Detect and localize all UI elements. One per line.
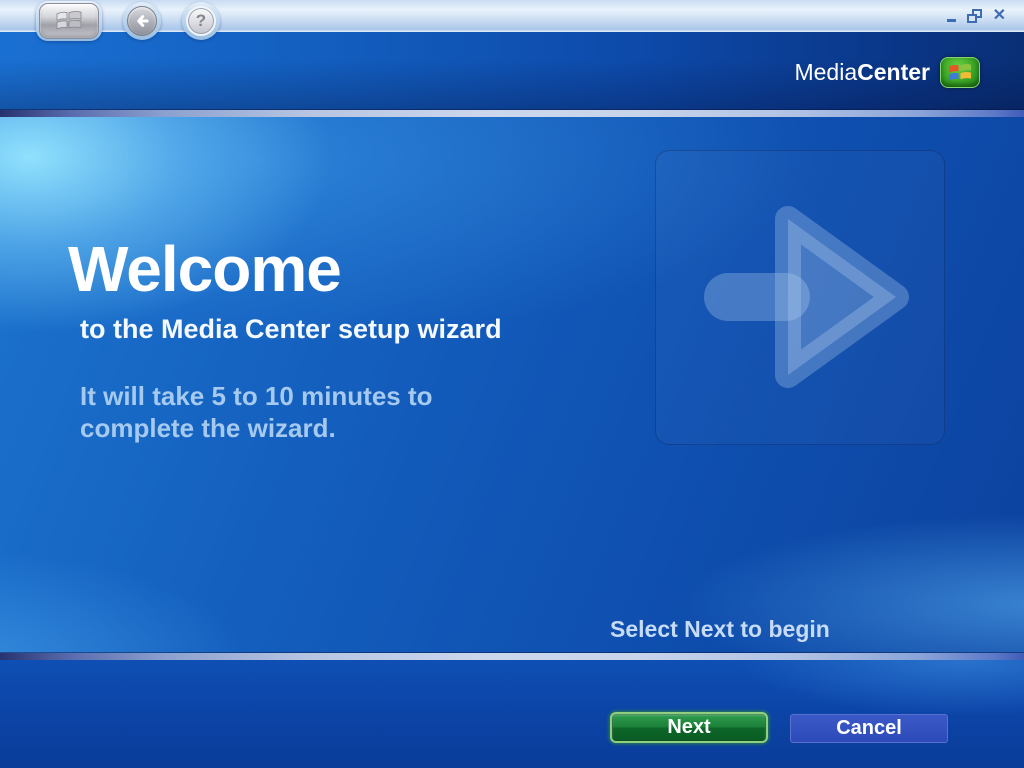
window-controls: ✕ bbox=[946, 8, 1006, 24]
media-center-brand: MediaCenter bbox=[794, 56, 980, 88]
page-subtitle: to the Media Center setup wizard bbox=[80, 314, 502, 344]
help-button-halo: ? bbox=[182, 2, 220, 40]
windows-logo-icon bbox=[56, 11, 82, 30]
wizard-duration-text: It will take 5 to 10 minutes to complete… bbox=[80, 380, 433, 444]
minimize-icon[interactable] bbox=[946, 18, 956, 22]
page-title: Welcome bbox=[68, 233, 342, 305]
next-button-label: Next bbox=[667, 716, 711, 738]
next-arrow-icon bbox=[704, 206, 909, 388]
next-button[interactable]: Next bbox=[610, 712, 768, 743]
header-band: MediaCenter bbox=[0, 32, 1024, 110]
help-icon: ? bbox=[195, 11, 207, 30]
media-center-logo-icon bbox=[940, 56, 980, 88]
windows-start-button[interactable] bbox=[39, 3, 99, 39]
main-content: Welcome to the Media Center setup wizard… bbox=[0, 117, 1024, 653]
header-divider bbox=[0, 110, 1024, 117]
brand-center-label: Center bbox=[857, 58, 930, 85]
cancel-button-label: Cancel bbox=[836, 717, 902, 739]
back-button-halo bbox=[123, 2, 161, 40]
brand-text: MediaCenter bbox=[794, 59, 930, 86]
restore-icon[interactable] bbox=[966, 9, 982, 23]
wizard-duration-line2: complete the wizard. bbox=[80, 413, 336, 443]
restore-icon-front bbox=[966, 14, 977, 23]
help-button[interactable]: ? bbox=[186, 6, 216, 36]
cancel-button[interactable]: Cancel bbox=[790, 714, 948, 743]
windows-logo-halo bbox=[36, 1, 102, 41]
footer-bar: Next Cancel bbox=[0, 660, 1024, 768]
back-arrow-icon bbox=[137, 15, 149, 27]
wizard-duration-line1: It will take 5 to 10 minutes to bbox=[80, 381, 433, 411]
back-button[interactable] bbox=[127, 6, 157, 36]
select-next-hint: Select Next to begin bbox=[610, 616, 830, 642]
close-icon[interactable]: ✕ bbox=[993, 8, 1006, 24]
next-arrow-panel bbox=[655, 150, 945, 445]
media-center-window: ✕ ? MediaCenter Welcome to the Media Cen… bbox=[0, 0, 1024, 768]
footer-divider bbox=[0, 653, 1024, 660]
brand-media-label: Media bbox=[794, 58, 858, 85]
